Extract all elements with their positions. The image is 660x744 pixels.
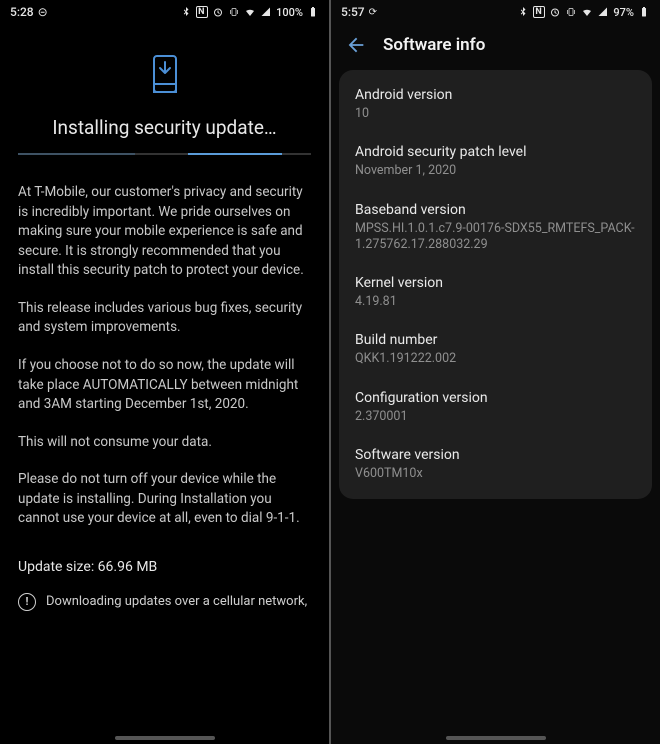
- status-left: 5:28 ⊝: [10, 5, 48, 19]
- appbar-title: Software info: [383, 35, 485, 55]
- status-time: 5:57: [341, 5, 365, 19]
- row-software-version[interactable]: Software version V600TM10x: [339, 436, 652, 493]
- progress-segment: [18, 153, 135, 155]
- row-value: QKK1.191222.002: [355, 351, 636, 367]
- nfc-icon: N: [196, 6, 208, 18]
- row-kernel[interactable]: Kernel version 4.19.81: [339, 264, 652, 321]
- appbar: Software info: [331, 24, 660, 70]
- update-paragraph: This release includes various bug fixes,…: [18, 299, 311, 338]
- back-icon[interactable]: [345, 34, 367, 56]
- cellular-note: ! Downloading updates over a cellular ne…: [18, 593, 311, 611]
- row-value: V600TM10x: [355, 466, 636, 482]
- row-label: Android version: [355, 87, 636, 103]
- update-description: At T-Mobile, our customer's privacy and …: [18, 183, 311, 547]
- row-build-number[interactable]: Build number QKK1.191222.002: [339, 321, 652, 378]
- battery-percent: 97%: [613, 6, 634, 19]
- wifi-icon: [581, 6, 593, 18]
- update-paragraph: At T-Mobile, our customer's privacy and …: [18, 183, 311, 281]
- battery-percent: 100%: [276, 6, 303, 19]
- info-icon: !: [18, 593, 36, 611]
- update-content: Installing security update… At T-Mobile,…: [0, 24, 329, 730]
- nfc-icon: N: [533, 6, 545, 18]
- row-label: Software version: [355, 447, 636, 463]
- row-label: Kernel version: [355, 275, 636, 291]
- alarm-icon: [212, 6, 224, 18]
- row-config-version[interactable]: Configuration version 2.370001: [339, 379, 652, 436]
- row-label: Build number: [355, 332, 636, 348]
- update-paragraph: This will not consume your data.: [18, 433, 311, 453]
- status-right: N 100%: [180, 6, 319, 19]
- vibrate-icon: [228, 6, 240, 18]
- nav-indicator[interactable]: [446, 736, 546, 740]
- dnd-icon: ⊝: [38, 5, 48, 19]
- update-paragraph: If you choose not to do so now, the upda…: [18, 356, 311, 415]
- progress-bar: [18, 153, 311, 155]
- row-label: Android security patch level: [355, 144, 636, 160]
- row-baseband[interactable]: Baseband version MPSS.HI.1.0.1.c7.9-0017…: [339, 191, 652, 265]
- vibrate-icon: [565, 6, 577, 18]
- software-info-panel: Android version 10 Android security patc…: [339, 70, 652, 499]
- row-value: 4.19.81: [355, 294, 636, 310]
- row-security-patch[interactable]: Android security patch level November 1,…: [339, 133, 652, 190]
- status-bar: 5:57 ⟳ N 97%: [331, 0, 660, 24]
- status-time: 5:28: [10, 5, 34, 19]
- bluetooth-icon: [180, 6, 192, 18]
- row-android-version[interactable]: Android version 10: [339, 76, 652, 133]
- progress-segment: [188, 153, 282, 155]
- page-title: Installing security update…: [18, 116, 311, 139]
- battery-icon: [638, 6, 650, 18]
- phone-right-software-info: 5:57 ⟳ N 97% Software info Android versi…: [331, 0, 660, 744]
- alarm-icon: [549, 6, 561, 18]
- update-size: Update size: 66.96 MB: [18, 559, 311, 575]
- wifi-icon: [244, 6, 256, 18]
- signal-icon: [260, 6, 272, 18]
- bluetooth-icon: [517, 6, 529, 18]
- status-left: 5:57 ⟳: [341, 5, 377, 19]
- status-right: N 97%: [517, 6, 650, 19]
- software-info-content: Software info Android version 10 Android…: [331, 24, 660, 730]
- status-bar: 5:28 ⊝ N 100%: [0, 0, 329, 24]
- nav-indicator[interactable]: [115, 736, 215, 740]
- row-label: Baseband version: [355, 202, 636, 218]
- row-value: MPSS.HI.1.0.1.c7.9-00176-SDX55_RMTEFS_PA…: [355, 221, 636, 254]
- download-phone-icon: [18, 54, 311, 94]
- phone-left-update-screen: 5:28 ⊝ N 100% Installing security update…: [0, 0, 329, 744]
- update-paragraph: Please do not turn off your device while…: [18, 470, 311, 529]
- battery-icon: [307, 6, 319, 18]
- row-label: Configuration version: [355, 390, 636, 406]
- cellular-note-text: Downloading updates over a cellular netw…: [46, 594, 307, 609]
- sync-icon: ⟳: [369, 7, 377, 18]
- row-value: November 1, 2020: [355, 163, 636, 179]
- row-value: 2.370001: [355, 409, 636, 425]
- row-value: 10: [355, 106, 636, 122]
- signal-icon: [597, 6, 609, 18]
